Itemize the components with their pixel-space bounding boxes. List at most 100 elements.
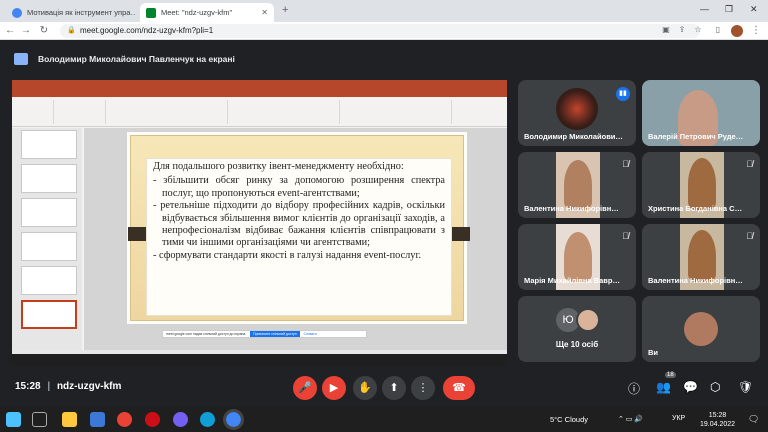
mic-off-icon: 🎙̸ (746, 231, 753, 241)
close-icon[interactable]: ✕ (261, 8, 268, 17)
lock-icon: 🔒 (67, 27, 76, 34)
present-button[interactable]: ⬆ (382, 376, 406, 400)
shared-taskbar (12, 354, 507, 366)
presenting-text: Володимир Миколайович Павленчук на екран… (38, 54, 235, 64)
clock[interactable]: 15:28 19.04.2022 (700, 411, 735, 429)
activities-icon[interactable]: ⬡ (710, 380, 720, 394)
chrome-tab-icon (12, 7, 22, 18)
ribbon-group (56, 100, 106, 124)
task-view-icon[interactable] (32, 412, 47, 427)
language-indicator[interactable]: УКР (672, 415, 685, 422)
start-icon[interactable] (6, 412, 21, 427)
self-tile[interactable]: Ви (642, 296, 760, 362)
slide-thumbnail[interactable] (21, 198, 77, 227)
maximize-icon[interactable]: ❐ (725, 4, 733, 15)
bullet-text: збільшити обсяг ринку за допомогою розши… (162, 175, 445, 199)
bullet-text: ретельніше підходити до відбору професій… (160, 200, 445, 249)
meeting-info: 15:28 | ndz-uzgv-kfm (15, 381, 121, 392)
ribbon-group (230, 100, 340, 124)
participant-tile[interactable]: 🎙̸ Христина Богданівна С… (642, 152, 760, 218)
tab-motivation[interactable]: Мотивація як інструмент упра… ✕ (6, 3, 136, 22)
others-tile[interactable]: Ю Ще 10 осіб (518, 296, 636, 362)
avatar (684, 312, 718, 346)
separator: | (47, 381, 51, 392)
weather-widget[interactable]: 5°C Cloudy (550, 415, 588, 424)
people-count-badge: 18 (665, 372, 676, 378)
slide-bullet: - ретельніше підходити до відбору профес… (153, 200, 445, 249)
file-explorer-icon[interactable] (62, 412, 77, 427)
meet-tab-icon (146, 7, 156, 18)
avatar (576, 308, 600, 332)
participant-tile[interactable]: ▮▮ Володимир Миколайови… (518, 80, 636, 146)
slide-thumbnail[interactable] (21, 130, 77, 159)
participant-face (564, 232, 592, 282)
bullet-text: сформувати стандарти якості в галузі над… (159, 249, 422, 261)
slide-thumbnail[interactable] (21, 266, 77, 295)
slide-thumbnails (12, 128, 82, 352)
participant-tile[interactable]: 🎙̸ Валентина Никифорівн… (642, 224, 760, 290)
url-field[interactable]: 🔒 meet.google.com/ndz-uzgv-kfm?pli=1 (60, 24, 700, 38)
participant-tile[interactable]: 🎙̸ Марія Михайлівна Вавр… (518, 224, 636, 290)
new-tab-icon[interactable]: + (282, 4, 288, 16)
ppt-ribbon (12, 97, 507, 127)
mic-off-icon: 🎙̸ (622, 231, 629, 241)
share-icon[interactable]: ⇪ (676, 25, 688, 34)
chat-icon[interactable]: 💬 (683, 380, 698, 394)
clock-date: 19.04.2022 (700, 421, 736, 428)
chrome-icon[interactable] (117, 412, 132, 427)
window-close-icon[interactable]: ✕ (750, 4, 758, 15)
slide-thumbnail[interactable] (21, 164, 77, 193)
more-options-button[interactable]: ⋮ (411, 376, 435, 400)
slide-bullet: - сформувати стандарти якості в галузі н… (153, 249, 422, 261)
chrome-active-icon[interactable] (223, 409, 244, 430)
participant-face (564, 160, 592, 210)
slide-thumbnail-selected[interactable] (21, 300, 77, 329)
slide-bullet: - збільшити обсяг ринку за допомогою роз… (153, 175, 445, 199)
viber-icon[interactable] (173, 412, 188, 427)
sharing-notification: meet.google.com надає спільний доступ до… (162, 330, 367, 338)
host-controls-icon[interactable]: 🛡 (738, 380, 753, 394)
people-icon[interactable]: 👥 (656, 380, 671, 394)
present-screen-icon (14, 53, 28, 65)
mic-off-button[interactable]: 🎤 (293, 376, 317, 400)
meet-control-bar: 15:28 | ndz-uzgv-kfm 🎤 ▶ ✋ ⬆ ⋮ ☎ ⓘ 👥 18 … (0, 369, 768, 407)
hide-button[interactable]: Сховати (304, 332, 317, 336)
participant-name: Володимир Миколайови… (524, 132, 623, 141)
slide-thumbnail[interactable] (21, 232, 77, 261)
ribbon-group (342, 100, 452, 124)
tray-icons[interactable]: ⌃ ▭ 🔊 (618, 415, 643, 423)
minimize-icon[interactable]: — (700, 4, 709, 14)
slide-decor-bar (452, 227, 470, 241)
reload-icon[interactable]: ↻ (38, 25, 50, 36)
camera-off-button[interactable]: ▶ (322, 376, 346, 400)
address-bar-row: ← → ↻ 🔒 meet.google.com/ndz-uzgv-kfm?pli… (0, 22, 768, 40)
forward-icon[interactable]: → (20, 25, 32, 36)
info-icon[interactable]: ⓘ (628, 380, 640, 397)
mic-off-icon: 🎙̸ (746, 159, 753, 169)
raise-hand-button[interactable]: ✋ (353, 376, 377, 400)
participant-tile[interactable]: 🎙̸ Валентина Никифорівн… (518, 152, 636, 218)
ribbon-group (108, 100, 228, 124)
ppt-title-bar (12, 80, 507, 89)
end-call-button[interactable]: ☎ (443, 376, 475, 400)
clock-time: 15:28 (708, 412, 727, 419)
profile-avatar[interactable] (731, 25, 743, 37)
participant-tile[interactable]: Валерій Петрович Руде… (642, 80, 760, 146)
avatar (556, 88, 598, 130)
tab-title: Meet: "ndz-uzgv-kfm" (161, 8, 233, 17)
camera-indicator-icon[interactable]: ▣ (660, 25, 672, 34)
edge-icon[interactable] (200, 412, 215, 427)
mail-icon[interactable] (90, 412, 105, 427)
side-panel-icon[interactable]: ▯ (712, 25, 724, 34)
ppt-ribbon-tabs (12, 89, 507, 97)
back-icon[interactable]: ← (4, 25, 16, 36)
opera-icon[interactable] (145, 412, 160, 427)
participant-name: Валентина Никифорівн… (648, 276, 743, 285)
tab-meet[interactable]: Meet: "ndz-uzgv-kfm" ✕ (140, 3, 274, 22)
notifications-icon[interactable]: 🗨 (748, 414, 759, 425)
stop-sharing-button[interactable]: Припинити спільний доступ (250, 331, 300, 337)
sharing-notification-text: meet.google.com надає спільний доступ до… (166, 332, 247, 336)
meeting-code: ndz-uzgv-kfm (56, 381, 122, 392)
bookmark-star-icon[interactable]: ☆ (692, 25, 704, 34)
menu-icon[interactable]: ⋮ (750, 25, 762, 36)
